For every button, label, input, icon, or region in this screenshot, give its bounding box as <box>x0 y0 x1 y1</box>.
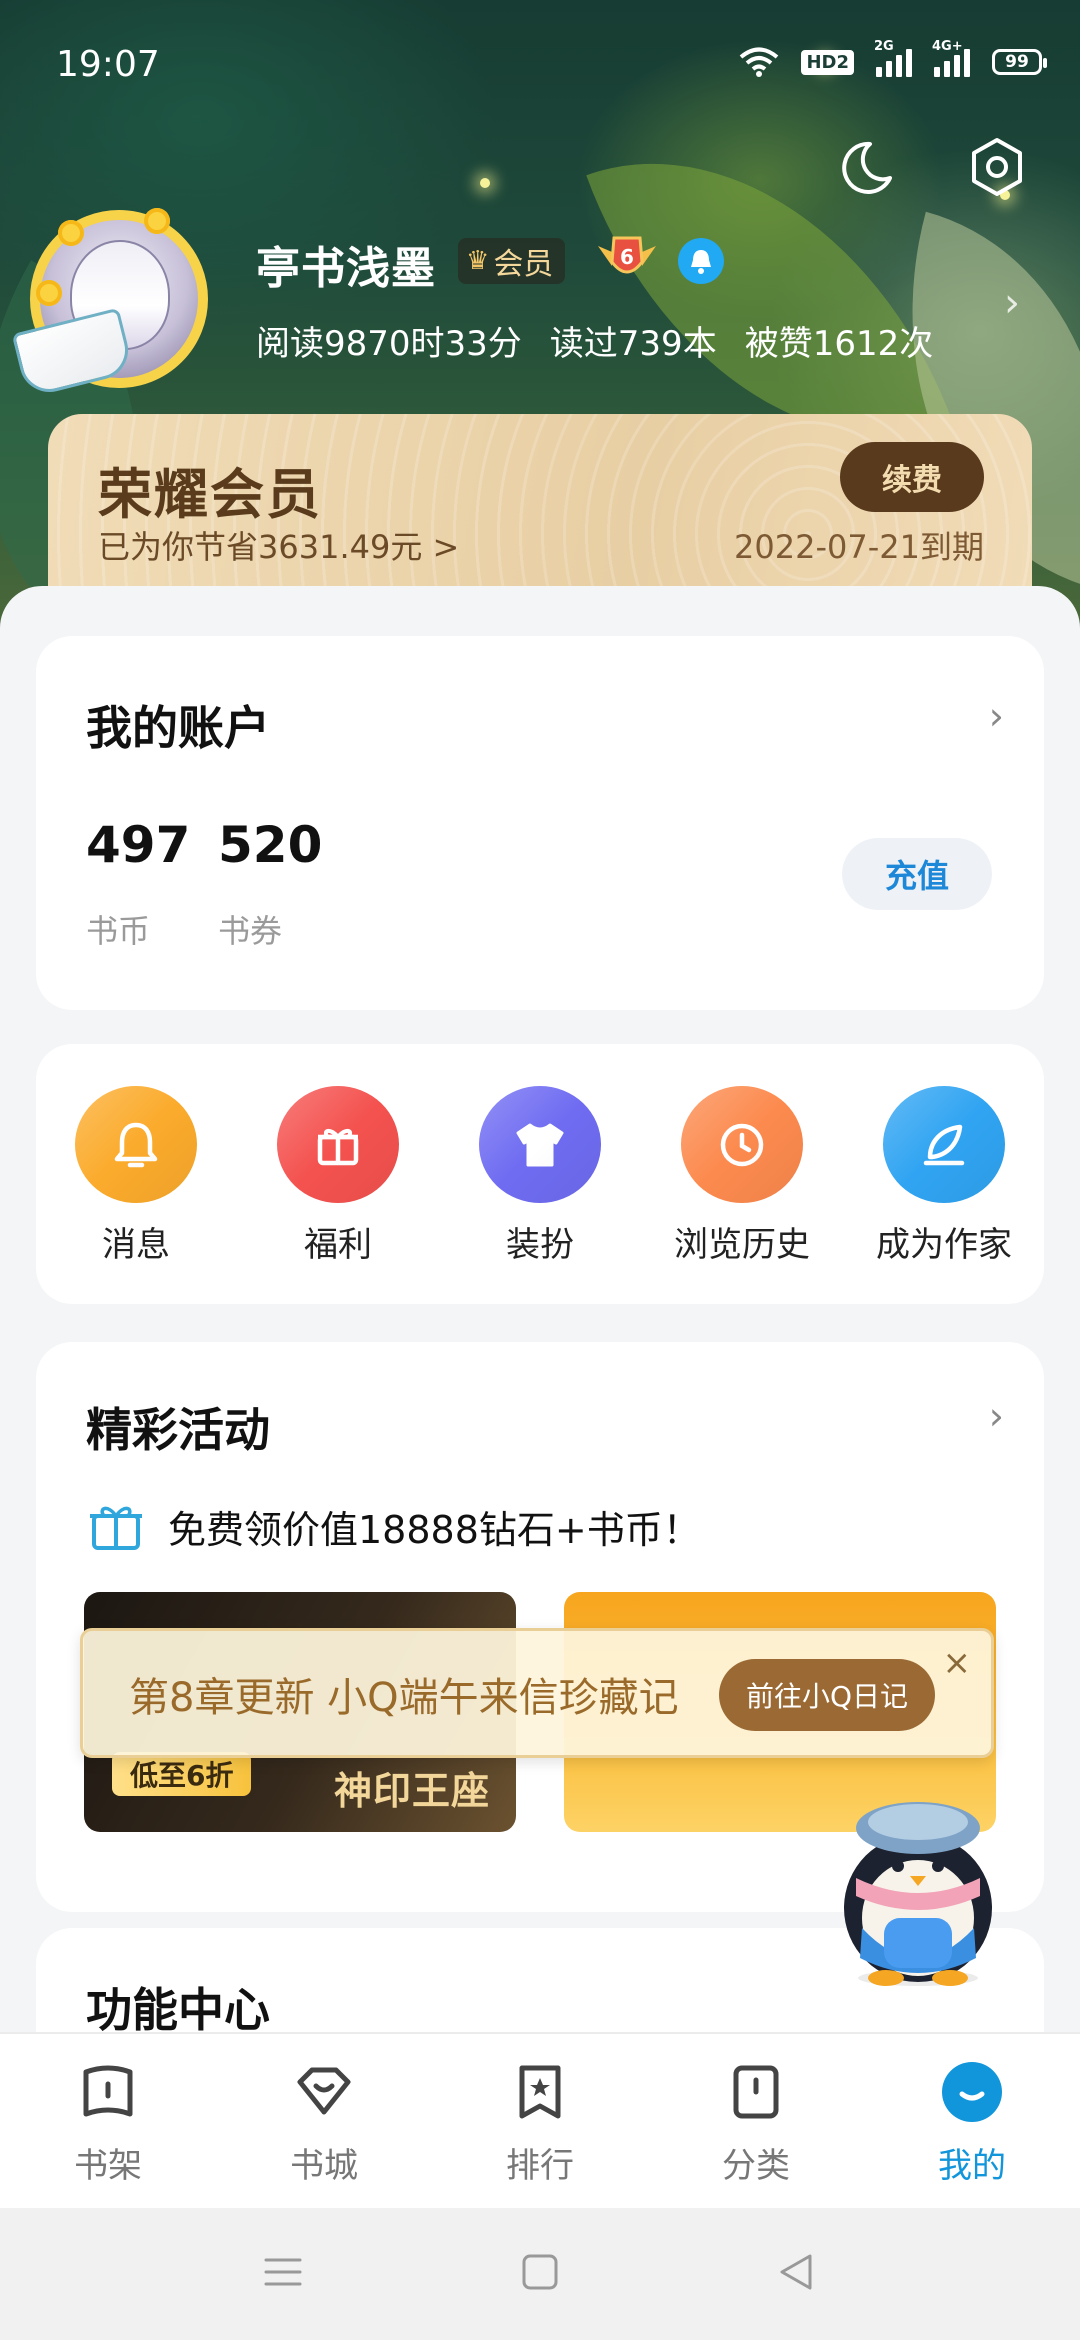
qq-bell-icon[interactable] <box>678 238 724 284</box>
vip-member-tag[interactable]: ♛ 会员 <box>458 238 566 284</box>
vip-card[interactable]: 荣耀会员 已为你节省3631.49元 > 续费 2022-07-21到期 <box>48 414 1032 614</box>
clock-icon <box>681 1086 803 1203</box>
shortcut-label: 成为作家 <box>876 1225 1012 1265</box>
avatar-flower-decoration <box>58 220 84 246</box>
coins-label: 书币 <box>86 912 151 950</box>
wifi-icon <box>740 47 779 77</box>
vip-savings-link[interactable]: 已为你节省3631.49元 > <box>98 522 459 568</box>
system-navigation-bar <box>0 2208 1080 2340</box>
avatar-flower-decoration <box>36 280 62 306</box>
penguin-mascot[interactable] <box>826 1778 1010 1988</box>
status-icons: HD2 2G 4G+ 99 <box>739 39 1047 78</box>
reading-time-stat: 阅读9870时33分 <box>256 324 522 364</box>
update-notice-banner[interactable]: 第8章更新 小Q端午来信珍藏记 前往小Q日记 × <box>80 1628 994 1758</box>
nav-label: 排行 <box>506 2146 574 2186</box>
profile-chevron-icon[interactable]: › <box>1004 280 1020 326</box>
nav-bookshelf[interactable]: 书架 <box>0 2034 216 2208</box>
recharge-button[interactable]: 充值 <box>842 838 992 910</box>
vip-expiry-date: 2022-07-21到期 <box>734 528 984 566</box>
nav-label: 分类 <box>722 2146 790 2186</box>
tshirt-icon <box>479 1086 601 1203</box>
shortcuts-card: 消息 福利 装扮 浏览历史 成为作家 <box>36 1044 1044 1304</box>
books-read-stat: 读过739本 <box>549 324 717 364</box>
notice-text: 第8章更新 小Q端午来信珍藏记 <box>129 1675 679 1721</box>
renew-button[interactable]: 续费 <box>840 442 984 512</box>
banner-game-title: 神印王座 <box>333 1768 490 1813</box>
likes-stat: 被赞1612次 <box>744 324 934 364</box>
close-icon[interactable]: × <box>943 1643 972 1683</box>
vouchers-label: 书券 <box>218 912 283 950</box>
shortcut-history[interactable]: 浏览历史 <box>642 1086 842 1266</box>
gift-icon <box>277 1086 399 1203</box>
chevron-right-icon[interactable]: › <box>989 1394 1004 1438</box>
nav-label: 书城 <box>290 2146 358 2186</box>
coins-value: 497 <box>86 816 191 874</box>
status-bar: 19:07 HD2 2G 4G+ 99 <box>0 0 1080 120</box>
home-icon[interactable] <box>520 2252 560 2292</box>
bookshelf-icon <box>83 2065 133 2117</box>
signal-sim1-icon: 2G <box>874 39 912 77</box>
night-mode-icon[interactable] <box>836 138 896 198</box>
nav-bookstore[interactable]: 书城 <box>216 2034 432 2208</box>
back-icon[interactable] <box>774 2250 818 2294</box>
shortcut-dressup[interactable]: 装扮 <box>440 1086 640 1266</box>
account-title: 我的账户 <box>86 701 270 755</box>
menu-icon[interactable] <box>262 2252 304 2292</box>
promo-link[interactable]: 免费领价值18888钻石+书币！ <box>86 1498 701 1554</box>
nav-ranking[interactable]: 排行 <box>432 2034 648 2208</box>
gift-outline-icon <box>90 1506 142 1550</box>
activities-title: 精彩活动 <box>86 1403 270 1457</box>
status-time: 19:07 <box>56 44 160 85</box>
discount-tag: 低至6折 <box>112 1752 252 1796</box>
shortcut-label: 浏览历史 <box>674 1225 810 1265</box>
ranking-icon <box>519 2065 561 2119</box>
nav-label: 我的 <box>938 2146 1006 2186</box>
shortcut-messages[interactable]: 消息 <box>36 1086 236 1266</box>
shortcut-become-writer[interactable]: 成为作家 <box>844 1086 1044 1266</box>
bottom-navigation: 书架 书城 排行 分类 我的 <box>0 2032 1080 2208</box>
vouchers-value: 520 <box>218 816 323 874</box>
bookstore-icon <box>297 2067 351 2115</box>
shortcut-label: 装扮 <box>506 1225 574 1265</box>
level-number: 6 <box>620 245 634 269</box>
vip-card-title: 荣耀会员 <box>98 463 322 526</box>
firefly-decoration <box>480 178 490 188</box>
shortcut-label: 消息 <box>102 1225 170 1265</box>
function-center-title: 功能中心 <box>86 1983 270 2037</box>
sim2-network-label: 4G+ <box>932 39 963 54</box>
promo-text: 免费领价值18888钻石+书币！ <box>168 1507 701 1552</box>
vip-tag-label: 会员 <box>493 247 554 282</box>
bell-icon <box>75 1086 197 1203</box>
settings-icon[interactable] <box>966 136 1028 198</box>
notice-go-button[interactable]: 前往小Q日记 <box>719 1659 935 1731</box>
battery-icon: 99 <box>992 49 1047 75</box>
username[interactable]: 亭书浅墨 <box>256 232 436 296</box>
nav-label: 书架 <box>74 2146 142 2186</box>
signal-sim2-icon: 4G+ <box>932 39 970 77</box>
level-badge-icon[interactable]: 6 <box>594 232 660 286</box>
reading-stats: 阅读9870时33分 读过739本 被赞1612次 <box>256 316 933 365</box>
sim1-network-label: 2G <box>874 39 894 54</box>
feather-icon <box>883 1086 1005 1203</box>
chevron-right-icon[interactable]: › <box>989 694 1004 738</box>
shortcut-welfare[interactable]: 福利 <box>238 1086 438 1266</box>
avatar[interactable] <box>11 200 214 399</box>
shortcut-label: 福利 <box>304 1225 372 1265</box>
hd-voice-badge: HD2 <box>801 49 854 75</box>
nav-category[interactable]: 分类 <box>648 2034 864 2208</box>
nav-mine[interactable]: 我的 <box>864 2034 1080 2208</box>
avatar-flower-decoration <box>144 208 170 234</box>
mine-icon <box>942 2062 1002 2122</box>
account-card[interactable]: 我的账户 › 497 书币 520 书券 充值 <box>36 636 1044 1010</box>
crown-icon: ♛ <box>466 246 490 276</box>
category-icon <box>733 2065 779 2119</box>
